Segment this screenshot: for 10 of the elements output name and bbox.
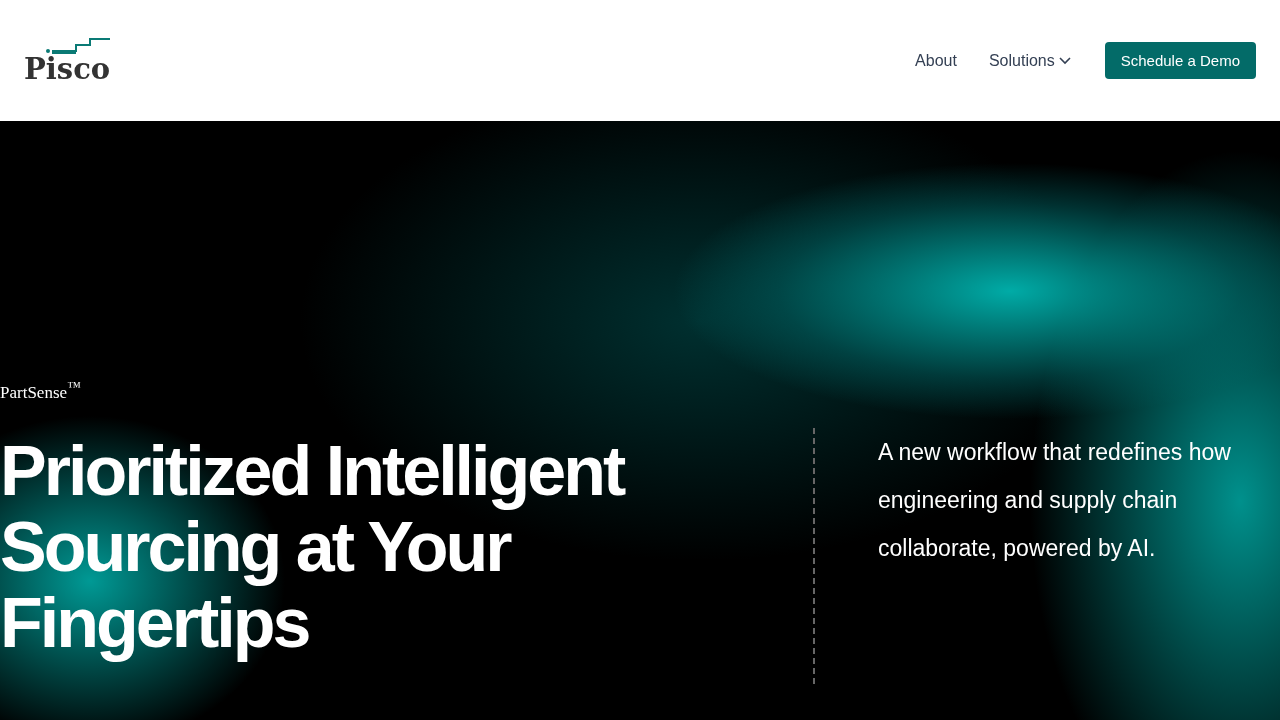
product-name: PartSense$^{™}$ (0, 378, 82, 403)
stair-line-icon (46, 37, 111, 54)
nav-link[interactable]: About (915, 51, 957, 70)
logo-text: Pisco (24, 53, 111, 84)
nav-dropdown[interactable]: Solutions (988, 51, 1071, 70)
chevron-down-icon (1058, 56, 1071, 65)
hero-headline: Prioritized Intelligent Sourcing at Your Fingertips (0, 432, 625, 661)
pisco-logo[interactable]: Pisco (24, 37, 111, 84)
schedule-demo-button[interactable]: Schedule a Demo (1104, 42, 1256, 79)
hero-description: A new workflow that redefines how engineering and supply chain collaborate, powered by AI. (878, 438, 1232, 563)
